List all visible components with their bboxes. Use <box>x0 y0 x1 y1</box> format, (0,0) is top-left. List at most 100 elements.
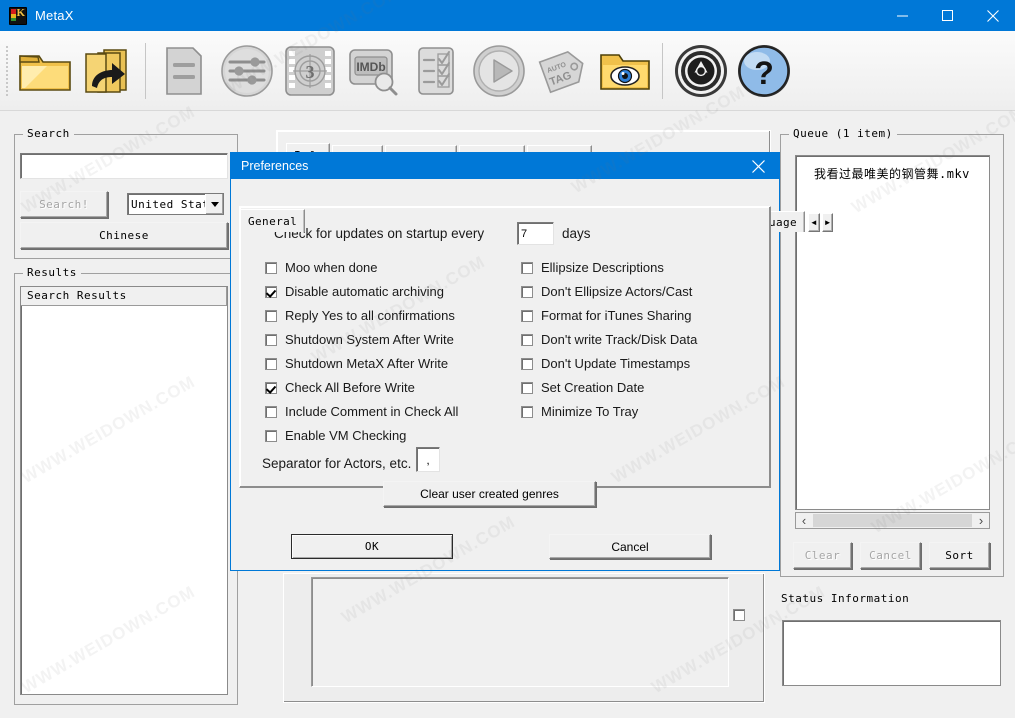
title-bar: MetaX <box>0 0 1015 31</box>
main-toolbar: 3 IMDb AUTO TAG ? <box>0 31 1015 111</box>
checkbox-box[interactable] <box>265 333 277 346</box>
update-days-input[interactable] <box>517 222 554 245</box>
checkbox-box[interactable] <box>265 357 277 370</box>
checkbox-box[interactable] <box>265 429 277 442</box>
preferences-general-page: Check for updates on startup every days … <box>239 206 771 507</box>
checkbox-box[interactable] <box>521 381 533 394</box>
tab-scroll-right-glyph: ► <box>823 217 832 227</box>
auto-tag-icon[interactable]: AUTO TAG <box>530 36 593 106</box>
maximize-button[interactable] <box>925 0 970 31</box>
checkbox-box[interactable] <box>521 405 533 418</box>
preferences-title-bar: Preferences <box>231 153 779 179</box>
tab-scroll-left-glyph: ◄ <box>809 217 818 227</box>
close-button[interactable] <box>970 0 1015 31</box>
checkbox-label: Disable automatic archiving <box>285 284 444 299</box>
queue-group-label: Queue (1 item) <box>789 127 897 140</box>
open-folder-icon[interactable] <box>13 36 76 106</box>
checkbox-format-for-itunes-sharing[interactable]: Format for iTunes Sharing <box>521 308 692 323</box>
preview-folder-icon[interactable] <box>593 36 656 106</box>
separator-input[interactable] <box>416 447 440 472</box>
checkbox-box[interactable] <box>265 309 277 322</box>
settings-sliders-icon[interactable] <box>215 36 278 106</box>
checkbox-label: Don't write Track/Disk Data <box>541 332 698 347</box>
preferences-title: Preferences <box>241 159 309 173</box>
toolbar-grip[interactable] <box>5 44 9 97</box>
preferences-close-button[interactable] <box>737 153 779 179</box>
tab-scroll-right-icon[interactable]: ► <box>821 213 834 232</box>
results-listbox[interactable]: Search Results <box>20 286 228 695</box>
checkbox-box[interactable] <box>521 285 533 298</box>
checkbox-label: Set Creation Date <box>541 380 645 395</box>
minimize-button[interactable] <box>880 0 925 31</box>
chevron-down-icon[interactable] <box>205 194 223 214</box>
play-icon[interactable] <box>467 36 530 106</box>
checkbox-box[interactable] <box>521 357 533 370</box>
language-button[interactable]: Chinese <box>20 222 228 249</box>
checkbox-include-comment-in-check-all[interactable]: Include Comment in Check All <box>265 404 458 419</box>
checklist-icon[interactable] <box>404 36 467 106</box>
checkbox-box[interactable] <box>521 309 533 322</box>
tab-scroll-left-icon[interactable]: ◄ <box>808 213 820 232</box>
checkbox-ellipsize-descriptions[interactable]: Ellipsize Descriptions <box>521 260 664 275</box>
window-controls <box>880 0 1015 31</box>
checkbox-moo-when-done[interactable]: Moo when done <box>265 260 378 275</box>
preferences-ok-button[interactable]: OK <box>291 534 453 559</box>
clear-user-created-genres-button[interactable]: Clear user created genres <box>383 481 596 507</box>
checkbox-box[interactable] <box>521 333 533 346</box>
checkbox-box[interactable] <box>265 405 277 418</box>
checkbox-box[interactable] <box>265 381 277 394</box>
checkbox-enable-vm-checking[interactable]: Enable VM Checking <box>265 428 406 443</box>
checkbox-dont-ellipsize-actors-cast[interactable]: Don't Ellipsize Actors/Cast <box>521 284 692 299</box>
queue-hscrollbar[interactable]: ‹ › <box>795 512 990 529</box>
queue-sort-button[interactable]: Sort <box>929 542 990 569</box>
queue-cancel-button[interactable]: Cancel <box>860 542 921 569</box>
scroll-left-arrow-icon[interactable]: ‹ <box>796 513 812 528</box>
imdb-search-icon[interactable]: IMDb <box>341 36 404 106</box>
update-days-unit-label: days <box>562 226 591 241</box>
checkbox-label: Moo when done <box>285 260 378 275</box>
checkbox-reply-yes-to-all-confirmations[interactable]: Reply Yes to all confirmations <box>265 308 455 323</box>
search-button[interactable]: Search! <box>20 191 108 218</box>
checkbox-shutdown-metax-after-write[interactable]: Shutdown MetaX After Write <box>265 356 448 371</box>
scroll-right-arrow-icon[interactable]: › <box>973 513 989 528</box>
queue-scroll-thumb[interactable] <box>813 514 972 527</box>
queue-clear-button[interactable]: Clear <box>793 542 852 569</box>
bottom-panel-checkbox[interactable] <box>733 609 745 621</box>
checkbox-box[interactable] <box>265 285 277 298</box>
status-information-box[interactable] <box>782 620 1001 686</box>
preferences-cancel-button[interactable]: Cancel <box>549 534 711 559</box>
window-title: MetaX <box>35 8 74 23</box>
queue-item[interactable]: 我看过最唯美的钢管舞.mkv <box>796 156 989 182</box>
pref-tab-general[interactable]: General <box>240 209 306 232</box>
preferences-dialog: Preferences General File Renaming Linkag… <box>230 152 834 571</box>
results-column-header[interactable]: Search Results <box>21 287 227 306</box>
checkbox-dont-update-timestamps[interactable]: Don't Update Timestamps <box>521 356 690 371</box>
checkbox-label: Include Comment in Check All <box>285 404 459 419</box>
checkbox-label: Enable VM Checking <box>285 428 407 443</box>
checkbox-dont-write-track-disk-data[interactable]: Don't write Track/Disk Data <box>521 332 697 347</box>
checkbox-set-creation-date[interactable]: Set Creation Date <box>521 380 644 395</box>
file-list-icon[interactable] <box>152 36 215 106</box>
checkbox-minimize-to-tray[interactable]: Minimize To Tray <box>521 404 638 419</box>
checkbox-label: Ellipsize Descriptions <box>541 260 664 275</box>
help-question-icon[interactable]: ? <box>732 36 795 106</box>
country-select[interactable]: United States <box>127 193 224 215</box>
gear-badge-icon[interactable] <box>669 36 732 106</box>
checkbox-label: Format for iTunes Sharing <box>541 308 692 323</box>
toolbar-separator <box>145 42 146 99</box>
metax-app-icon <box>9 6 27 25</box>
checkbox-label: Minimize To Tray <box>541 404 639 419</box>
checkbox-label: Don't Ellipsize Actors/Cast <box>541 284 693 299</box>
checkbox-label: Reply Yes to all confirmations <box>285 308 455 323</box>
checkbox-check-all-before-write[interactable]: Check All Before Write <box>265 380 415 395</box>
svg-text:?: ? <box>754 55 774 91</box>
search-input[interactable] <box>20 153 228 179</box>
checkbox-disable-automatic-archiving[interactable]: Disable automatic archiving <box>265 284 444 299</box>
svg-text:3: 3 <box>305 62 314 82</box>
film-reel-icon[interactable]: 3 <box>278 36 341 106</box>
country-select-value: United States <box>131 197 205 211</box>
open-files-icon[interactable] <box>76 36 139 106</box>
checkbox-box[interactable] <box>521 261 533 274</box>
checkbox-shutdown-system-after-write[interactable]: Shutdown System After Write <box>265 332 454 347</box>
checkbox-box[interactable] <box>265 261 277 274</box>
